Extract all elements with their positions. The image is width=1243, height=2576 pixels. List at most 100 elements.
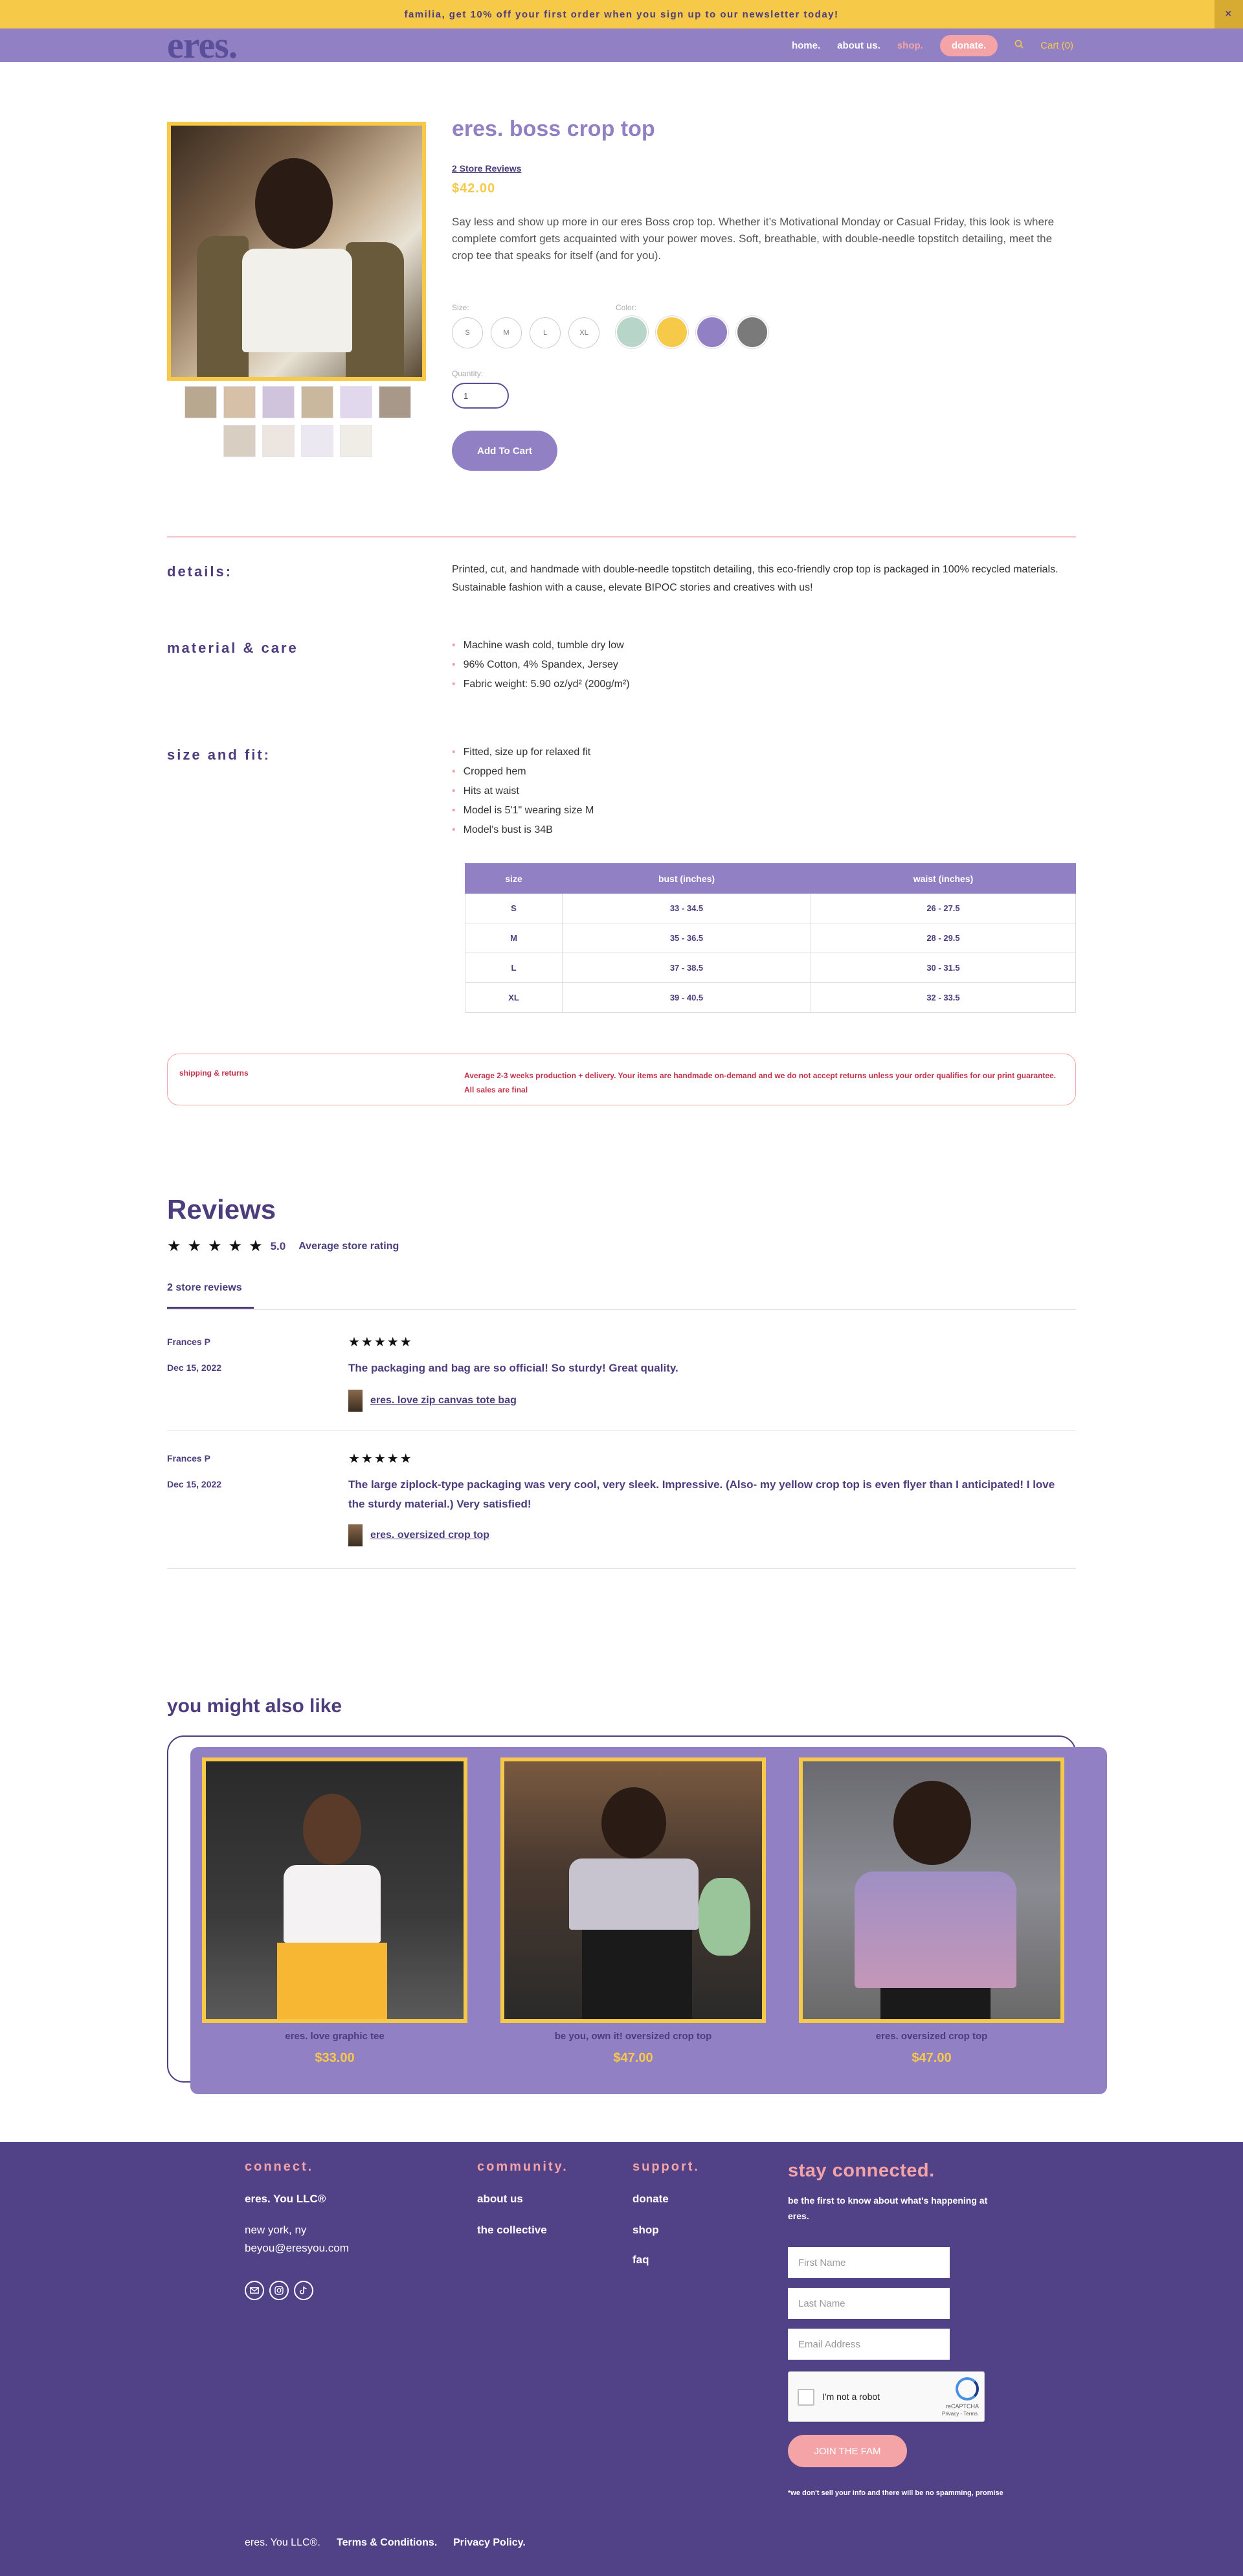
- model-jacket-right: [346, 242, 404, 377]
- tiktok-icon[interactable]: [294, 2281, 313, 2300]
- company-name: eres. You LLC®: [245, 2193, 326, 2205]
- contact-email[interactable]: beyou@eresyou.com: [245, 2242, 349, 2255]
- product-card-image[interactable]: [500, 1757, 766, 2023]
- join-the-fam-button[interactable]: JOIN THE FAM: [788, 2435, 907, 2467]
- instagram-icon[interactable]: [269, 2281, 289, 2300]
- size-option-s[interactable]: S: [452, 317, 483, 348]
- color-selector: [616, 316, 768, 348]
- search-icon[interactable]: [1014, 40, 1024, 52]
- stay-connected-subtitle: be the first to know about what's happen…: [788, 2195, 988, 2221]
- table-cell: 33 - 34.5: [562, 893, 811, 923]
- list-item: 96% Cotton, 4% Spandex, Jersey: [452, 655, 630, 675]
- product-card[interactable]: eres. oversized crop top $47.00: [799, 1757, 1064, 2066]
- product-card-name[interactable]: be you, own it! oversized crop top: [500, 2031, 766, 2042]
- footer-link-collective[interactable]: the collective: [477, 2224, 547, 2237]
- review-product-link[interactable]: eres. oversized crop top: [370, 1530, 489, 1541]
- table-cell: L: [465, 953, 563, 983]
- list-item: Model is 5'1" wearing size M: [452, 801, 594, 820]
- last-name-field[interactable]: Last Name: [788, 2288, 950, 2319]
- email-field[interactable]: Email Address: [788, 2329, 950, 2360]
- top-nav: eres. home. about us. shop. donate. Cart…: [0, 27, 1243, 64]
- product-card-image[interactable]: [202, 1757, 467, 2023]
- privacy-link[interactable]: Privacy Policy.: [453, 2537, 526, 2549]
- table-cell: XL: [465, 982, 563, 1013]
- review-author: Frances P: [167, 1337, 210, 1347]
- thumbnail[interactable]: [223, 386, 256, 418]
- quantity-input[interactable]: 1: [452, 383, 509, 409]
- recaptcha-label: I'm not a robot: [822, 2391, 880, 2402]
- recaptcha-links[interactable]: Privacy - Terms: [942, 2411, 978, 2417]
- list-item: Hits at waist: [452, 782, 594, 801]
- star-icon: ★: [208, 1237, 222, 1255]
- product-main-image[interactable]: [167, 122, 426, 381]
- color-option-purple[interactable]: [696, 316, 728, 348]
- material-list: Machine wash cold, tumble dry low 96% Co…: [452, 636, 630, 694]
- product-card[interactable]: be you, own it! oversized crop top $47.0…: [500, 1757, 766, 2066]
- table-cell: 35 - 36.5: [562, 923, 811, 953]
- list-item: Cropped hem: [452, 762, 594, 782]
- review-date: Dec 15, 2022: [167, 1362, 222, 1373]
- thumbnail[interactable]: [185, 386, 217, 418]
- thumbnail[interactable]: [223, 425, 256, 457]
- product-card-image[interactable]: [799, 1757, 1064, 2023]
- color-option-mint[interactable]: [616, 316, 648, 348]
- quantity-label: Quantity:: [452, 369, 484, 378]
- thumbnail[interactable]: [301, 425, 333, 457]
- shipping-returns-box: shipping & returns Average 2-3 weeks pro…: [167, 1054, 1076, 1105]
- reviews-heading: Reviews: [167, 1194, 276, 1225]
- thumbnail[interactable]: [301, 386, 333, 418]
- list-item: Model's bust is 34B: [452, 820, 594, 840]
- cart-link[interactable]: Cart (0): [1040, 40, 1073, 51]
- review-product-thumbnail: [348, 1524, 363, 1546]
- details-text: Printed, cut, and handmade with double-n…: [452, 564, 1058, 593]
- nav-about[interactable]: about us.: [837, 40, 880, 51]
- product-card-name[interactable]: eres. oversized crop top: [799, 2031, 1064, 2042]
- donate-button[interactable]: donate.: [939, 34, 998, 56]
- footer-link-donate[interactable]: donate: [633, 2193, 669, 2206]
- color-option-yellow[interactable]: [656, 316, 688, 348]
- size-selector: S M L XL: [452, 317, 599, 348]
- size-option-xl[interactable]: XL: [568, 317, 599, 348]
- site-logo[interactable]: eres.: [167, 27, 238, 64]
- footer: [0, 2142, 1243, 2576]
- location: new york, ny: [245, 2224, 307, 2236]
- also-like-heading: you might also like: [167, 1695, 342, 1717]
- thumbnail[interactable]: [262, 386, 295, 418]
- review-product: eres. love zip canvas tote bag: [348, 1390, 517, 1412]
- nav-home[interactable]: home.: [792, 40, 820, 51]
- footer-link-faq[interactable]: faq: [633, 2254, 649, 2266]
- product-card-price: $47.00: [912, 2051, 952, 2065]
- close-announcement-button[interactable]: ×: [1215, 0, 1243, 28]
- thumbnail[interactable]: [340, 386, 372, 418]
- nav-links: home. about us. shop. donate. Cart (0): [792, 28, 1073, 62]
- recaptcha-checkbox[interactable]: [798, 2389, 814, 2406]
- nav-shop[interactable]: shop.: [897, 40, 923, 51]
- thumbnail[interactable]: [340, 425, 372, 457]
- review-body: The large ziplock-type packaging was ver…: [348, 1478, 1055, 1510]
- product-card-name[interactable]: eres. love graphic tee: [202, 2031, 467, 2042]
- footer-link-shop[interactable]: shop: [633, 2224, 659, 2237]
- review-stars: ★★★★★: [348, 1452, 413, 1466]
- thumbnail[interactable]: [379, 386, 411, 418]
- terms-link[interactable]: Terms & Conditions.: [337, 2537, 437, 2549]
- first-name-field[interactable]: First Name: [788, 2247, 950, 2278]
- color-option-gray[interactable]: [736, 316, 768, 348]
- thumbnail[interactable]: [262, 425, 295, 457]
- review-product-link[interactable]: eres. love zip canvas tote bag: [370, 1395, 517, 1407]
- review-stars: ★★★★★: [348, 1335, 413, 1350]
- social-icons: [245, 2281, 313, 2300]
- rating-label: Average store rating: [298, 1240, 399, 1252]
- table-cell: 28 - 29.5: [811, 923, 1076, 953]
- disclaimer: *we don't sell your info and there will …: [788, 2489, 1003, 2497]
- add-to-cart-button[interactable]: Add To Cart: [452, 431, 557, 471]
- size-option-l[interactable]: L: [530, 317, 561, 348]
- store-reviews-link[interactable]: 2 Store Reviews: [452, 163, 521, 174]
- size-option-m[interactable]: M: [491, 317, 522, 348]
- review-divider: [167, 1568, 1076, 1569]
- email-icon[interactable]: [245, 2281, 264, 2300]
- tabs-divider: [167, 1309, 1076, 1310]
- tab-store-reviews[interactable]: 2 store reviews: [167, 1282, 242, 1294]
- table-header: size: [465, 863, 563, 894]
- product-card[interactable]: eres. love graphic tee $33.00: [202, 1757, 467, 2066]
- footer-link-about[interactable]: about us: [477, 2193, 523, 2206]
